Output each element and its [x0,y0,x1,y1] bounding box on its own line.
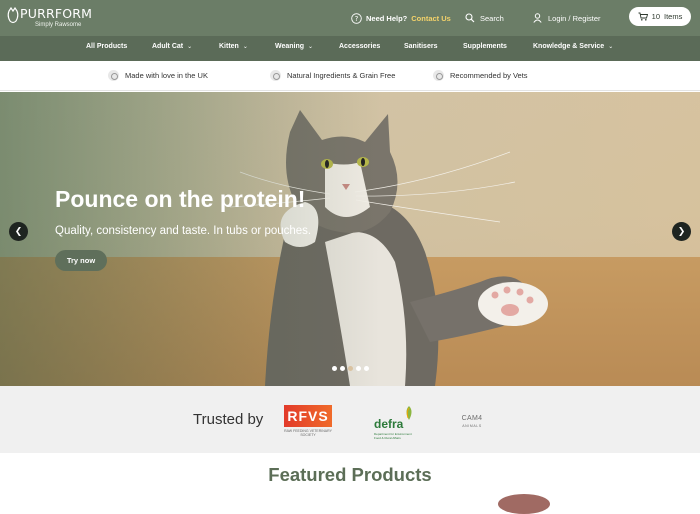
featured-products-title: Featured Products [268,464,432,485]
nav-label: Supplements [463,43,507,50]
chevron-left-icon: ❮ [14,226,23,236]
vet-icon [433,70,444,81]
trusted-by-label: Trusted by [193,411,264,428]
rfvs-logo[interactable]: RFVS [284,405,332,427]
login-register-link[interactable]: Login / Register [533,10,601,26]
chevron-down-icon: ⌄ [187,44,193,50]
try-now-button[interactable]: Try now [55,250,107,271]
nav-item-all-products[interactable]: All Products [86,43,127,50]
nav-label: Sanitisers [404,43,438,50]
nav-label: Adult Cat [152,43,184,50]
svg-text:?: ? [355,15,359,23]
product-image-peek[interactable] [498,494,550,514]
next-slide-button[interactable]: ❯ [672,222,691,241]
defra-caption: Department for Environment Food & Rural … [374,432,412,440]
cart-icon [638,12,648,21]
search-button[interactable]: Search [465,10,504,26]
trusted-by-section: Trusted by RFVS RAW FEEDING VETERINARY S… [0,386,700,453]
slide-dot[interactable] [356,366,361,371]
slide-dot[interactable] [332,366,337,371]
nav-label: All Products [86,43,128,50]
nav-label: Accessories [339,43,381,50]
help-icon: ? [351,12,362,24]
usp-item: Made with love in the UK [108,70,208,81]
user-icon [533,13,542,23]
leaf-icon [270,70,281,81]
usp-item: Recommended by Vets [433,70,528,81]
cam4-caption: ANIMALS [462,424,482,428]
nav-item-knowledge-service[interactable]: Knowledge & Service ⌄ [533,43,613,50]
nav-item-kitten[interactable]: Kitten ⌄ [219,43,248,50]
cart-button[interactable]: 10 Items [629,7,691,26]
cart-label: Items [664,12,683,21]
hero-title: Pounce on the protein! [55,186,306,212]
brand-tagline: Simply Rawsome [35,22,82,28]
uk-icon [108,70,119,81]
nav-label: Knowledge & Service [533,43,605,50]
hero-banner: Pounce on the protein! Quality, consiste… [0,92,700,386]
usp-label: Made with love in the UK [125,71,208,80]
nav-item-weaning[interactable]: Weaning ⌄ [275,43,313,50]
usp-strip: Made with love in the UK Natural Ingredi… [0,61,700,91]
login-label: Login / Register [548,13,601,23]
top-bar: PURRFORM Simply Rawsome ? Need Help? Con… [0,0,700,36]
prev-slide-button[interactable]: ❮ [9,222,28,241]
rfvs-caption: RAW FEEDING VETERINARY SOCIETY [284,429,332,437]
chevron-down-icon: ⌄ [242,44,248,50]
chevron-right-icon: ❯ [677,226,686,236]
cart-count: 10 [651,12,660,21]
defra-wordmark: defra [374,417,404,431]
hero-overlay [0,92,380,386]
leaf-icon [406,406,412,420]
slide-dot-active[interactable] [348,366,353,371]
cam4-logo[interactable]: CAM4 ANIMALS [458,410,486,432]
hero-subtitle: Quality, consistency and taste. In tubs … [55,225,312,237]
nav-item-sanitisers[interactable]: Sanitisers [404,43,437,50]
search-label: Search [480,13,504,23]
usp-label: Recommended by Vets [450,71,528,80]
cat-logo-icon [7,7,19,24]
chevron-down-icon: ⌄ [608,44,614,50]
featured-products-section: Featured Products [0,453,700,514]
slide-indicator [332,366,369,371]
slide-dot[interactable] [340,366,345,371]
nav-item-accessories[interactable]: Accessories [339,43,380,50]
defra-logo[interactable]: defra Department for Environment Food & … [374,406,418,440]
brand-name: PURRFORM [20,6,93,21]
cam4-wordmark: CAM4 [461,415,483,422]
main-nav: All Products Adult Cat ⌄ Kitten ⌄ Weanin… [0,36,700,61]
nav-label: Kitten [219,43,239,50]
usp-label: Natural Ingredients & Grain Free [287,71,396,80]
nav-item-adult-cat[interactable]: Adult Cat ⌄ [152,43,192,50]
search-icon [465,13,475,23]
help-link[interactable]: ? Need Help? Contact Us [351,10,451,26]
help-label: Need Help? [366,13,408,23]
contact-us-link[interactable]: Contact Us [411,14,451,23]
slide-dot[interactable] [364,366,369,371]
nav-label: Weaning [275,43,305,50]
chevron-down-icon: ⌄ [308,44,314,50]
nav-item-supplements[interactable]: Supplements [463,43,507,50]
usp-item: Natural Ingredients & Grain Free [270,70,395,81]
brand-logo[interactable]: PURRFORM Simply Rawsome [6,6,96,30]
